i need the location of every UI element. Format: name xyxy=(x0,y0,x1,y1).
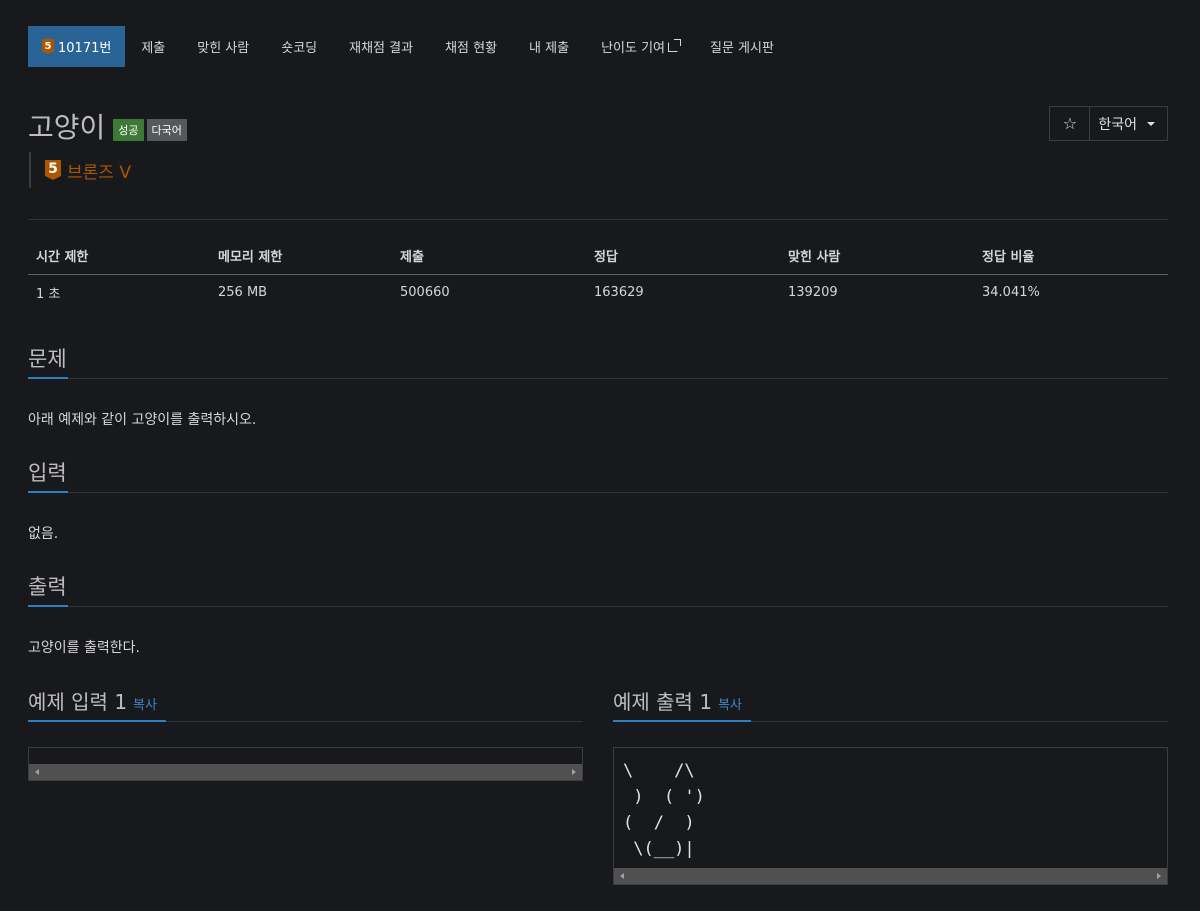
tier-row: 5 브론즈 V xyxy=(29,152,131,188)
table-header-row: 시간 제한 메모리 제한 제출 정답 맞힌 사람 정답 비율 xyxy=(28,238,1168,275)
multilang-label[interactable]: 다국어 xyxy=(146,119,187,141)
copy-output-button[interactable]: 복사 xyxy=(718,698,742,713)
star-icon: ☆ xyxy=(1062,114,1078,133)
horizontal-scrollbar[interactable] xyxy=(29,764,582,780)
star-button[interactable]: ☆ xyxy=(1050,107,1091,140)
nav-rejudge[interactable]: 재채점 결과 xyxy=(333,26,429,67)
heading-underline xyxy=(28,720,166,722)
divider xyxy=(28,606,1168,607)
problem-heading: 문제 xyxy=(28,347,67,371)
example-input-box[interactable] xyxy=(28,747,583,781)
example-input-heading: 예제 입력 1 복사 xyxy=(28,686,157,715)
nav-board[interactable]: 질문 게시판 xyxy=(694,26,790,67)
divider xyxy=(28,378,1168,379)
heading-underline xyxy=(28,377,68,379)
copy-input-button[interactable]: 복사 xyxy=(133,698,157,713)
example-input-title: 예제 입력 1 xyxy=(28,690,128,714)
scroll-right-icon[interactable] xyxy=(572,769,576,775)
problem-description: 아래 예제와 같이 고양이를 출력하시오. xyxy=(28,412,257,428)
output-line: ) ( ') xyxy=(623,787,705,807)
header-solvers: 맞힌 사람 xyxy=(780,238,974,275)
output-heading: 출력 xyxy=(28,575,67,599)
title-row: 고양이 성공 다국어 xyxy=(28,106,190,146)
nav-shortcoding[interactable]: 숏코딩 xyxy=(265,26,333,67)
input-heading: 입력 xyxy=(28,461,67,485)
tier-icon: 5 xyxy=(45,160,61,180)
tier-icon: 5 xyxy=(42,39,54,54)
language-dropdown[interactable]: 한국어 xyxy=(1090,107,1167,140)
table-row: 1 초 256 MB 500660 163629 139209 34.041% xyxy=(28,274,1168,310)
example-output-heading: 예제 출력 1 복사 xyxy=(613,686,742,715)
output-line: \ /\ xyxy=(623,761,695,781)
example-output-title: 예제 출력 1 xyxy=(613,690,713,714)
caret-down-icon xyxy=(1147,121,1155,126)
header-memory-limit: 메모리 제한 xyxy=(210,238,392,275)
solvers-value: 139209 xyxy=(788,284,838,300)
nav-status[interactable]: 채점 현황 xyxy=(429,26,513,67)
example-output-text: \ /\ ) ( ') ( / ) \(__)| xyxy=(614,748,1167,872)
problem-nav: 5 10171번 제출 맞힌 사람 숏코딩 재채점 결과 채점 현황 내 제출 … xyxy=(28,26,790,67)
scroll-left-icon[interactable] xyxy=(620,873,624,879)
submissions-value: 500660 xyxy=(400,284,450,300)
nav-my-submissions[interactable]: 내 제출 xyxy=(513,26,585,67)
heading-underline xyxy=(613,720,751,722)
scroll-left-icon[interactable] xyxy=(35,769,39,775)
nav-submit[interactable]: 제출 xyxy=(125,26,181,67)
heading-underline xyxy=(28,605,68,607)
problem-title: 고양이 xyxy=(28,111,106,144)
output-line: ( / ) xyxy=(623,813,695,833)
divider xyxy=(28,492,1168,493)
nav-difficulty-label: 난이도 기여 xyxy=(601,41,665,56)
header-accepted: 정답 xyxy=(586,238,780,275)
output-line: \(__)| xyxy=(623,839,695,859)
scroll-right-icon[interactable] xyxy=(1157,873,1161,879)
language-label: 한국어 xyxy=(1098,116,1137,133)
example-output-box[interactable]: \ /\ ) ( ') ( / ) \(__)| xyxy=(613,747,1168,885)
input-description: 없음. xyxy=(28,526,59,542)
tier-name[interactable]: 브론즈 V xyxy=(67,158,131,183)
nav-solvers[interactable]: 맞힌 사람 xyxy=(181,26,265,67)
divider xyxy=(28,219,1168,220)
output-description: 고양이를 출력한다. xyxy=(28,640,140,656)
nav-problem[interactable]: 5 10171번 xyxy=(28,26,126,67)
header-ratio: 정답 비율 xyxy=(974,238,1168,275)
nav-difficulty[interactable]: 난이도 기여 xyxy=(585,26,694,67)
header-time-limit: 시간 제한 xyxy=(28,238,210,275)
success-label: 성공 xyxy=(113,119,144,141)
memory-limit-value: 256 MB xyxy=(218,284,268,300)
top-buttons: ☆ 한국어 xyxy=(1049,106,1168,141)
horizontal-scrollbar[interactable] xyxy=(614,868,1167,884)
external-link-icon xyxy=(668,38,681,52)
nav-problem-label: 10171번 xyxy=(58,41,112,56)
header-submissions: 제출 xyxy=(392,238,586,275)
heading-underline xyxy=(28,491,68,493)
accepted-value: 163629 xyxy=(594,284,644,300)
time-limit-value: 1 초 xyxy=(36,286,61,302)
ratio-value: 34.041% xyxy=(982,284,1040,300)
info-table: 시간 제한 메모리 제한 제출 정답 맞힌 사람 정답 비율 1 초 256 M… xyxy=(28,238,1168,310)
